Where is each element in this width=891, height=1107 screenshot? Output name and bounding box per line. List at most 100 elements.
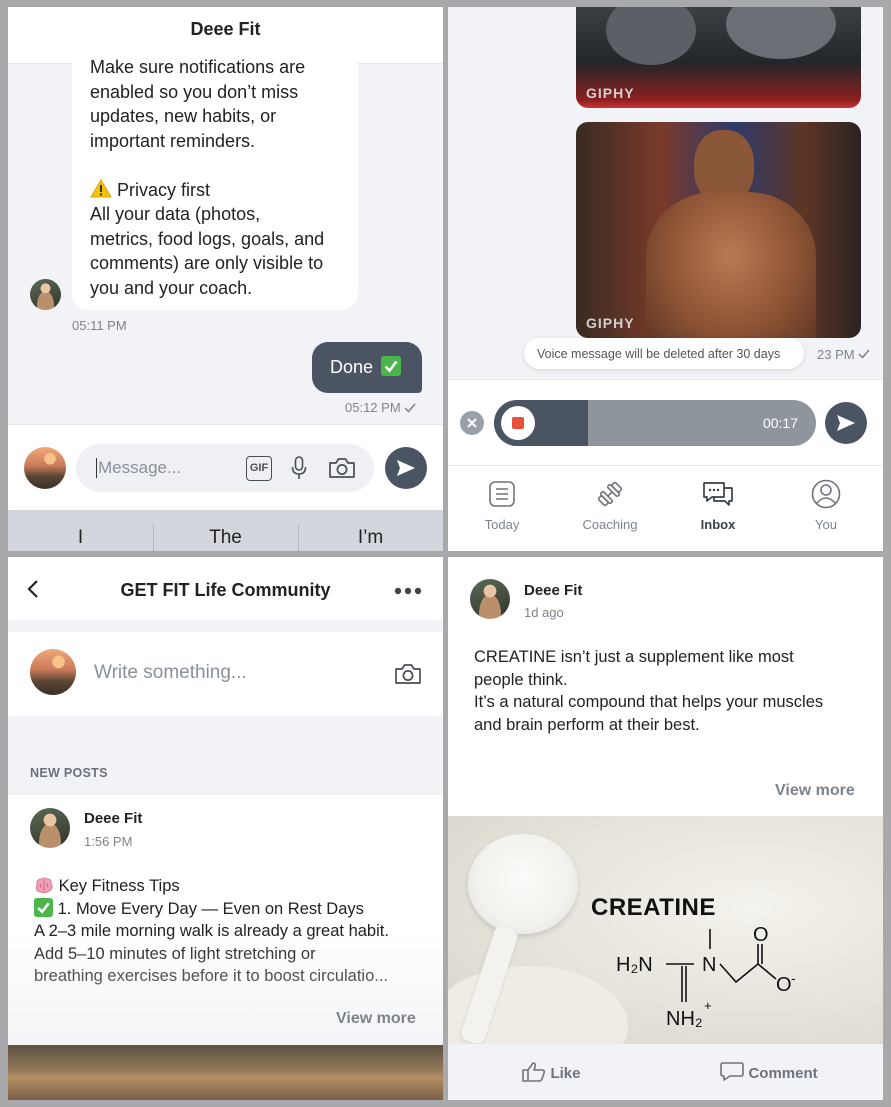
- post-line: Add 5–10 minutes of light stretching or: [34, 944, 316, 963]
- post-line: A 2–3 mile morning walk is already a gre…: [34, 922, 389, 940]
- recording-timer: 00:17: [762, 415, 798, 431]
- image-title: CREATINE: [591, 894, 716, 921]
- community-header: GET FIT Life Community: [8, 557, 443, 620]
- post-author[interactable]: Deee Fit: [524, 582, 582, 599]
- today-icon: [488, 480, 516, 508]
- post-line: people think.: [474, 670, 568, 689]
- comment-label: Comment: [748, 1065, 818, 1082]
- formula-label: H₂N: [616, 954, 653, 976]
- nav-label: Coaching: [582, 517, 638, 532]
- scoop-icon: [468, 834, 578, 934]
- post-card[interactable]: Deee Fit 1:56 PM Key Fitness Tips 1. Mov…: [8, 795, 443, 1045]
- bottom-nav: Today Coaching Inbox You: [448, 465, 883, 551]
- profile-icon: [811, 479, 841, 509]
- comment-icon: [720, 1061, 744, 1082]
- dumbbell-icon: [596, 480, 624, 508]
- more-options-icon[interactable]: [394, 587, 422, 595]
- send-voice-button[interactable]: [825, 402, 867, 444]
- coach-message-bubble: Make sure notifications are enabled so y…: [72, 51, 358, 310]
- keyboard-suggestions: I The I’m: [8, 510, 443, 551]
- send-icon: [836, 414, 856, 432]
- post-line: It’s a natural compound that helps your …: [474, 693, 824, 711]
- microphone-icon[interactable]: [291, 456, 307, 481]
- suggestion-item[interactable]: I: [8, 527, 153, 549]
- view-more-link[interactable]: View more: [336, 1010, 416, 1028]
- nav-item-inbox[interactable]: Inbox: [664, 466, 772, 551]
- community-title: GET FIT Life Community: [120, 580, 331, 600]
- creatine-formula: H₂N N NH₂ + O O -: [616, 924, 836, 1044]
- gif-shape: [726, 7, 836, 59]
- post-line: 1. Move Every Day — Even on Rest Days: [34, 897, 389, 921]
- post-line: Key Fitness Tips: [34, 875, 389, 898]
- message-input[interactable]: Message... GIF: [76, 444, 374, 492]
- message-line: comments) are only visible to: [90, 253, 324, 273]
- gif-time: 23 PM: [817, 347, 870, 362]
- suggestion-item[interactable]: The: [153, 527, 298, 549]
- text-cursor: [96, 458, 97, 478]
- recording-bar: 00:17: [448, 379, 883, 465]
- nav-item-today[interactable]: Today: [448, 466, 556, 551]
- brain-icon: [34, 877, 54, 894]
- read-check-icon: [858, 349, 870, 359]
- chat-title: Deee Fit: [190, 19, 261, 39]
- check-mark-icon: [381, 356, 402, 376]
- reply-time: 05:12 PM: [345, 400, 416, 415]
- author-avatar[interactable]: [30, 808, 70, 848]
- like-label: Like: [550, 1065, 581, 1082]
- chat-panel: Deee Fit Make sure notifications are ena…: [8, 7, 443, 551]
- voice-tooltip: Voice message will be deleted after 30 d…: [524, 338, 804, 369]
- gif-shape: [646, 192, 816, 338]
- bodybuilder-gif[interactable]: GIPHY: [576, 122, 861, 338]
- message-line: important reminders.: [90, 130, 256, 151]
- cancel-recording-button[interactable]: [460, 411, 484, 435]
- send-icon: [396, 459, 416, 477]
- reply-bubble: Done: [312, 342, 422, 393]
- gif-button[interactable]: GIF: [246, 456, 272, 481]
- user-avatar[interactable]: [24, 447, 66, 489]
- formula-bonds: [666, 929, 777, 1002]
- message-placeholder: Message...: [98, 458, 182, 477]
- stop-recording-button[interactable]: [501, 406, 535, 440]
- post-image[interactable]: [8, 1045, 443, 1100]
- recording-progress-track: 00:17: [494, 400, 816, 446]
- privacy-heading: Privacy first: [90, 178, 324, 203]
- author-avatar[interactable]: [470, 579, 510, 619]
- football-gif[interactable]: GIPHY: [576, 7, 861, 108]
- user-avatar[interactable]: [30, 649, 76, 695]
- camera-icon[interactable]: [394, 663, 422, 685]
- nav-label: Today: [484, 517, 520, 532]
- message-line: updates, new habits, or: [90, 106, 277, 126]
- post-line: breathing exercises before it to boost c…: [34, 967, 389, 985]
- nav-item-you[interactable]: You: [772, 466, 880, 551]
- view-more-link[interactable]: View more: [775, 782, 855, 800]
- formula-label: +: [704, 998, 712, 1013]
- comment-button[interactable]: Comment: [720, 1061, 818, 1083]
- like-button[interactable]: Like: [522, 1061, 580, 1083]
- creatine-image[interactable]: CREATINE H₂N N NH₂ + O O -: [448, 816, 883, 1044]
- reply-text: Done: [330, 356, 402, 378]
- nav-item-coaching[interactable]: Coaching: [556, 466, 664, 551]
- read-check-icon: [404, 403, 416, 413]
- write-post-box[interactable]: Write something...: [8, 632, 443, 716]
- tooltip-text: Voice message will be deleted after 30 d…: [537, 347, 781, 361]
- post-detail-panel: Deee Fit 1d ago CREATINE isn’t just a su…: [448, 557, 883, 1100]
- giphy-watermark: GIPHY: [586, 85, 635, 101]
- stop-icon: [512, 417, 524, 429]
- post-time: 1d ago: [524, 605, 564, 620]
- check-mark-icon: [34, 897, 53, 917]
- post-author[interactable]: Deee Fit: [84, 810, 142, 827]
- formula-label: N: [702, 954, 717, 976]
- post-body: CREATINE isn’t just a supplement like mo…: [474, 646, 823, 736]
- composer-bar: Message... GIF: [8, 424, 443, 510]
- formula-label: O: [776, 974, 792, 996]
- nav-label: You: [815, 517, 837, 532]
- coach-avatar[interactable]: [30, 279, 61, 310]
- camera-icon[interactable]: [328, 457, 356, 479]
- formula-label: -: [791, 970, 796, 986]
- message-line: enabled so you don’t miss: [90, 81, 299, 102]
- write-placeholder[interactable]: Write something...: [94, 662, 247, 684]
- send-button[interactable]: [385, 447, 427, 489]
- suggestion-item[interactable]: I’m: [298, 527, 443, 549]
- message-line: Make sure notifications are: [90, 57, 306, 77]
- nav-label: Inbox: [700, 517, 736, 532]
